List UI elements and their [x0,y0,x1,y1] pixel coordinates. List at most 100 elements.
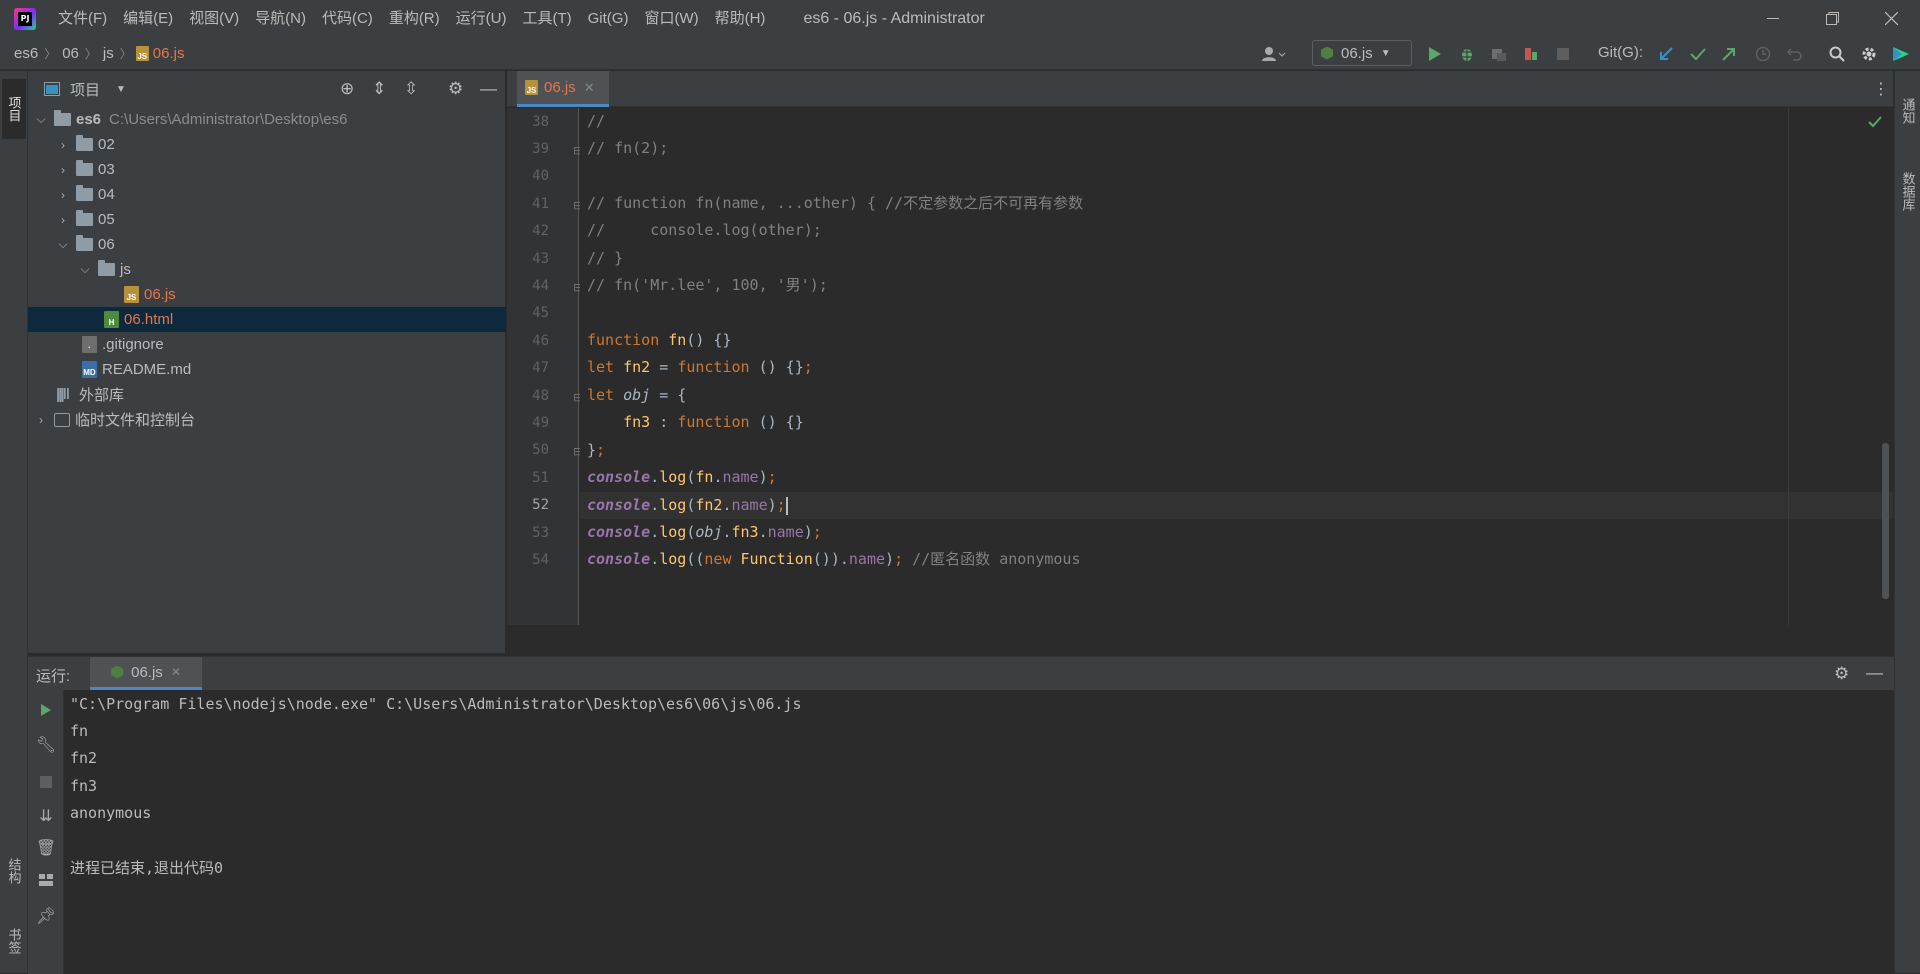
user-account-icon[interactable] [1258,44,1290,64]
menu-view[interactable]: 视图(V) [181,0,247,37]
restore-button[interactable] [1803,0,1861,37]
git-history-button[interactable] [1752,44,1774,64]
structure-tool-tab[interactable]: 结构 [2,841,26,901]
code-line: console.log(fn.name); [587,468,777,486]
menu-code[interactable]: 代码(C) [314,0,381,37]
chevron-down-icon: ⌵ [80,262,90,276]
tree-item-external-libraries[interactable]: |||‖ 外部库 [28,382,506,407]
git-update-button[interactable] [1655,44,1677,64]
run-console-output[interactable]: "C:\Program Files\nodejs\node.exe" C:\Us… [70,690,1894,974]
tree-item-06-js[interactable]: JS 06.js [28,282,506,307]
breadcrumb-js[interactable]: js [99,45,114,62]
notifications-tool-tab[interactable]: 通知 [1896,81,1920,141]
run-configuration-select[interactable]: 06.js ▼ [1312,40,1412,66]
chevron-right-icon: 〉 [119,46,132,61]
search-everywhere-button[interactable] [1826,44,1848,64]
inspection-ok-icon[interactable] [1868,116,1882,128]
git-commit-button[interactable] [1687,44,1709,64]
tree-item-06[interactable]: ⌵ 06 [28,232,506,257]
title-bar: PJ 文件(F) 编辑(E) 视图(V) 导航(N) 代码(C) 重构(R) 运… [0,0,1920,37]
menu-edit[interactable]: 编辑(E) [115,0,181,37]
close-tab-icon[interactable]: ✕ [171,665,181,679]
chevron-right-icon: › [61,137,65,152]
line-number: 47 [532,360,549,376]
code-line: }; [587,441,606,459]
text-cursor [785,496,788,515]
tree-item-gitignore[interactable]: · .gitignore [28,332,506,357]
stop-button[interactable] [1552,44,1574,64]
chevron-right-icon: 〉 [84,46,97,61]
breadcrumb-06[interactable]: 06 [58,45,79,62]
stop-run-button[interactable] [36,772,56,792]
line-number: 50 [532,442,549,458]
tree-item-scratches[interactable]: › 临时文件和控制台 [28,407,506,432]
chevron-down-icon[interactable]: ▼ [116,84,126,95]
console-line: 进程已结束,退出代码0 [70,859,224,877]
modify-config-button[interactable]: 🔧︎ [36,735,56,755]
menu-tools[interactable]: 工具(T) [514,0,579,37]
close-window-button[interactable] [1862,0,1920,37]
breadcrumb-es6[interactable]: es6 [0,45,38,62]
left-tool-stripe: 项目 结构 书签 [0,71,28,973]
hide-panel-icon[interactable]: — [480,79,497,99]
code-editor[interactable]: // // fn(2); // function fn(name, ...oth… [580,108,1893,625]
run-tab-06-js[interactable]: 06.js ✕ [90,657,202,690]
locate-file-icon[interactable]: ⊕ [340,79,354,99]
arrow-up-right-icon [1722,48,1735,61]
tree-item-js[interactable]: ⌵ js [28,257,506,282]
code-line: // fn('Mr.lee', 100, '男'); [587,276,828,294]
html-file-icon: H [104,311,119,328]
right-tool-stripe: 通知 数据库 [1894,71,1920,973]
bookmarks-tool-tab[interactable]: 书签 [2,911,26,971]
minimize-button[interactable] [1744,0,1802,37]
clear-console-button[interactable]: 🗑︎ [36,838,56,858]
breadcrumb-06-js[interactable]: 06.js [153,45,185,62]
git-rollback-button[interactable] [1784,44,1806,64]
settings-button[interactable] [1858,44,1880,64]
js-file-icon: JS [135,45,149,61]
tree-item-06-html[interactable]: H 06.html [28,307,506,332]
expand-all-icon[interactable]: ⇕ [372,79,386,99]
tab-06-js[interactable]: JS 06.js ✕ [517,71,609,107]
pin-tab-button[interactable]: 📌︎ [36,906,56,926]
tree-item-readme[interactable]: MD README.md [28,357,506,382]
tree-item-03[interactable]: › 03 [28,157,506,182]
profile-button[interactable] [1520,44,1542,64]
console-line: fn [70,722,89,740]
tree-item-05[interactable]: › 05 [28,207,506,232]
layout-button[interactable] [36,870,56,890]
more-tabs-icon[interactable]: ⋮ [1873,79,1889,99]
menu-navigate[interactable]: 导航(N) [247,0,314,37]
project-tool-tab[interactable]: 项目 [2,79,26,139]
close-tab-icon[interactable]: ✕ [584,80,595,96]
layout-icon [39,874,53,886]
project-panel-title[interactable]: 项目 [70,79,100,100]
git-push-button[interactable] [1718,44,1740,64]
main-menu: 文件(F) 编辑(E) 视图(V) 导航(N) 代码(C) 重构(R) 运行(U… [50,0,773,37]
plugin-icon[interactable] [1890,44,1912,64]
markdown-file-icon: MD [82,361,97,378]
tree-item-04[interactable]: › 04 [28,182,506,207]
tree-item-02[interactable]: › 02 [28,132,506,157]
debug-button[interactable] [1456,44,1478,64]
console-line: "C:\Program Files\nodejs\node.exe" C:\Us… [70,695,802,713]
menu-run[interactable]: 运行(U) [448,0,515,37]
gear-icon[interactable]: ⚙ [1834,664,1849,684]
gear-icon[interactable]: ⚙ [448,79,463,99]
menu-refactor[interactable]: 重构(R) [381,0,448,37]
scroll-to-end-button[interactable]: ⇊ [36,806,56,826]
collapse-all-icon[interactable]: ⇳ [404,79,418,99]
tree-item-es6[interactable]: ⌵ es6 C:\Users\Administrator\Desktop\es6 [28,107,506,132]
coverage-button[interactable] [1488,44,1510,64]
rerun-button[interactable] [36,700,56,720]
run-button[interactable] [1424,44,1446,64]
code-line: // function fn(name, ...other) { //不定参数之… [587,194,1084,212]
menu-help[interactable]: 帮助(H) [707,0,774,37]
project-panel-header: 项目 ▼ ⊕ ⇕ ⇳ ⚙ — [28,71,505,107]
menu-file[interactable]: 文件(F) [50,0,115,37]
editor-scrollbar[interactable] [1882,443,1889,599]
menu-window[interactable]: 窗口(W) [636,0,706,37]
menu-git[interactable]: Git(G) [580,0,637,37]
hide-panel-icon[interactable]: — [1866,663,1883,683]
database-tool-tab[interactable]: 数据库 [1896,151,1920,231]
